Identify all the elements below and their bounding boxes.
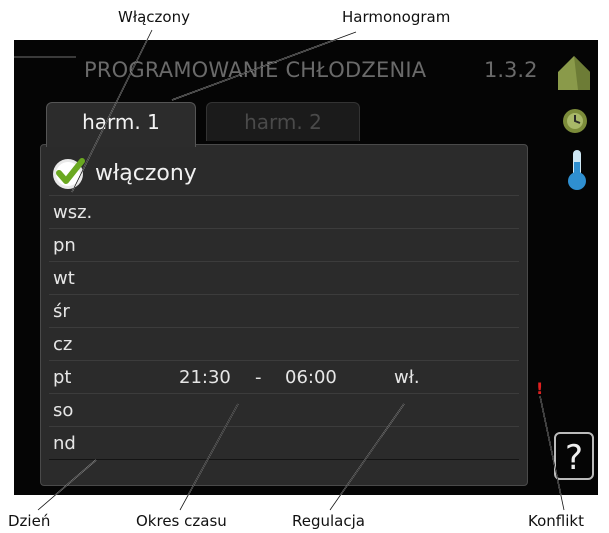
schedule-day-row[interactable]: nd xyxy=(49,426,519,460)
callout-enabled: Włączony xyxy=(118,8,190,26)
callout-time-period: Okres czasu xyxy=(136,512,227,530)
schedule-day-row[interactable]: cz xyxy=(49,327,519,361)
enabled-label: włączony xyxy=(95,160,197,186)
enabled-toggle[interactable]: włączony xyxy=(51,155,197,191)
callout-schedule: Harmonogram xyxy=(342,8,451,26)
schedule-day-row[interactable]: wt xyxy=(49,261,519,295)
time-separator: - xyxy=(255,367,262,388)
day-label: so xyxy=(53,400,74,421)
tab-schedule-1[interactable]: harm. 1 xyxy=(46,102,196,147)
screen-title: PROGRAMOWANIE CHŁODZENIA xyxy=(84,58,427,82)
regulation-value: wł. xyxy=(394,367,420,388)
day-label: wsz. xyxy=(53,202,93,223)
device-screen: PROGRAMOWANIE CHŁODZENIA 1.3.2 harm. 1 h… xyxy=(14,40,598,495)
day-label: cz xyxy=(53,334,73,355)
day-label: śr xyxy=(53,301,70,322)
callout-day: Dzień xyxy=(8,512,51,530)
end-time: 06:00 xyxy=(285,367,337,388)
day-label: pt xyxy=(53,367,72,388)
menu-number: 1.3.2 xyxy=(484,58,538,82)
schedule-day-row[interactable]: śr xyxy=(49,294,519,328)
checkmark-icon xyxy=(53,158,85,189)
schedule-panel: włączony wsz. pn wt śr cz pt 21:30 - 06:00 wł. so n… xyxy=(40,144,528,486)
clock-icon[interactable] xyxy=(562,108,588,134)
house-icon[interactable] xyxy=(554,52,594,92)
day-label: nd xyxy=(53,433,76,454)
schedule-day-row[interactable]: wsz. xyxy=(49,195,519,229)
help-button[interactable]: ? xyxy=(554,432,594,480)
schedule-day-row[interactable]: pn xyxy=(49,228,519,262)
tab-schedule-2[interactable]: harm. 2 xyxy=(206,102,360,141)
callout-conflict: Konflikt xyxy=(528,512,584,530)
day-label: wt xyxy=(53,268,75,289)
day-label: pn xyxy=(53,235,76,256)
conflict-marker: ! xyxy=(536,379,544,398)
schedule-day-row[interactable]: pt 21:30 - 06:00 wł. xyxy=(49,360,519,394)
title-divider xyxy=(14,56,76,58)
callout-regulation: Regulacja xyxy=(292,512,365,530)
start-time: 21:30 xyxy=(179,367,231,388)
thermometer-icon[interactable] xyxy=(564,148,590,192)
schedule-day-row[interactable]: so xyxy=(49,393,519,427)
